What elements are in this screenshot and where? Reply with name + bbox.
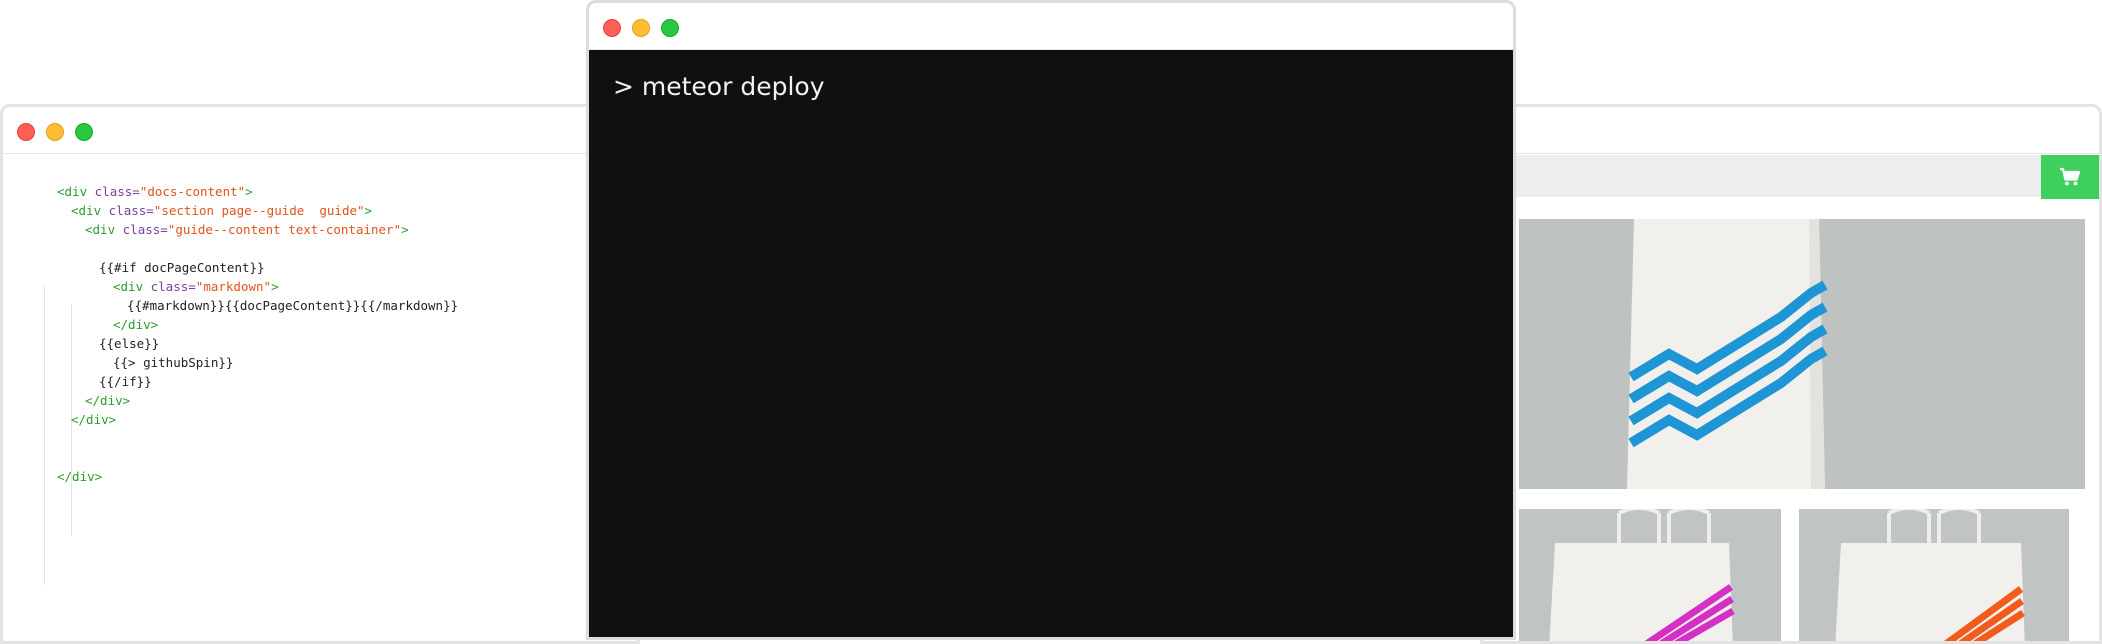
shop-titlebar	[1483, 107, 2099, 154]
minimize-window-button[interactable]	[46, 123, 64, 141]
code-line: {{#markdown}}{{docPageContent}}{{/markdo…	[57, 296, 637, 315]
code-token: <div	[57, 184, 95, 199]
terminal-titlebar	[589, 3, 1513, 50]
code-token: class=	[122, 222, 168, 237]
code-token: >	[364, 203, 373, 218]
code-token: "markdown"	[195, 279, 272, 294]
code-token: >	[271, 279, 279, 294]
shop-search-bar[interactable]	[1483, 155, 2099, 197]
code-token: <div	[113, 279, 151, 294]
cart-button[interactable]	[2041, 155, 2099, 199]
code-line: {{/if}}	[57, 372, 637, 391]
terminal-command: > meteor deploy	[613, 72, 825, 101]
code-token: "section page--guide guide"	[153, 203, 365, 218]
code-token: class=	[150, 279, 196, 294]
code-token: </div>	[71, 412, 117, 427]
code-token: >	[401, 222, 409, 237]
maximize-window-button[interactable]	[661, 19, 679, 37]
code-line: <div class="markdown">	[57, 277, 637, 296]
code-line: </div>	[57, 410, 637, 429]
code-token: "guide--content text-container"	[167, 222, 402, 237]
code-line: {{> githubSpin}}	[57, 353, 637, 372]
code-token: >	[245, 184, 253, 199]
close-window-button[interactable]	[17, 123, 35, 141]
code-token: <div	[85, 222, 123, 237]
code-line: </div>	[57, 391, 637, 410]
editor-window: <div class="docs-content"> <div class="se…	[0, 104, 640, 644]
code-token: </div>	[85, 393, 131, 408]
code-token: "docs-content"	[139, 184, 246, 199]
shop-window	[1480, 104, 2102, 644]
minimize-window-button[interactable]	[632, 19, 650, 37]
code-line: <div class="guide--content text-containe…	[57, 220, 637, 239]
code-token: {{#markdown}}{{docPageContent}}{{/markdo…	[127, 298, 459, 313]
terminal-window: > meteor deploy	[586, 0, 1516, 640]
product-image-blue-tote[interactable]	[1519, 219, 2085, 489]
code-line: {{#if docPageContent}}	[57, 258, 637, 277]
product-image-pink-tote[interactable]	[1519, 509, 1781, 641]
terminal-body[interactable]: > meteor deploy	[589, 50, 1513, 637]
maximize-window-button[interactable]	[75, 123, 93, 141]
code-token: class=	[108, 203, 154, 218]
product-image-orange-tote[interactable]	[1799, 509, 2069, 641]
code-token: </div>	[113, 317, 159, 332]
code-token: class=	[94, 184, 140, 199]
shopping-cart-icon	[2060, 167, 2081, 186]
code-editor[interactable]: <div class="docs-content"> <div class="se…	[3, 154, 637, 486]
code-token: {{#if docPageContent}}	[99, 260, 265, 275]
code-line: <div class="docs-content">	[57, 182, 637, 201]
code-token: <div	[71, 203, 109, 218]
code-line: </div>	[57, 315, 637, 334]
code-token: {{> githubSpin}}	[113, 355, 234, 370]
code-token: {{else}}	[99, 336, 160, 351]
code-line: {{else}}	[57, 334, 637, 353]
code-token: </div>	[57, 469, 103, 484]
code-line: </div>	[57, 467, 637, 486]
editor-titlebar	[3, 107, 637, 154]
close-window-button[interactable]	[603, 19, 621, 37]
code-token: {{/if}}	[99, 374, 152, 389]
code-line: <div class="section page--guide guide">	[57, 201, 637, 220]
